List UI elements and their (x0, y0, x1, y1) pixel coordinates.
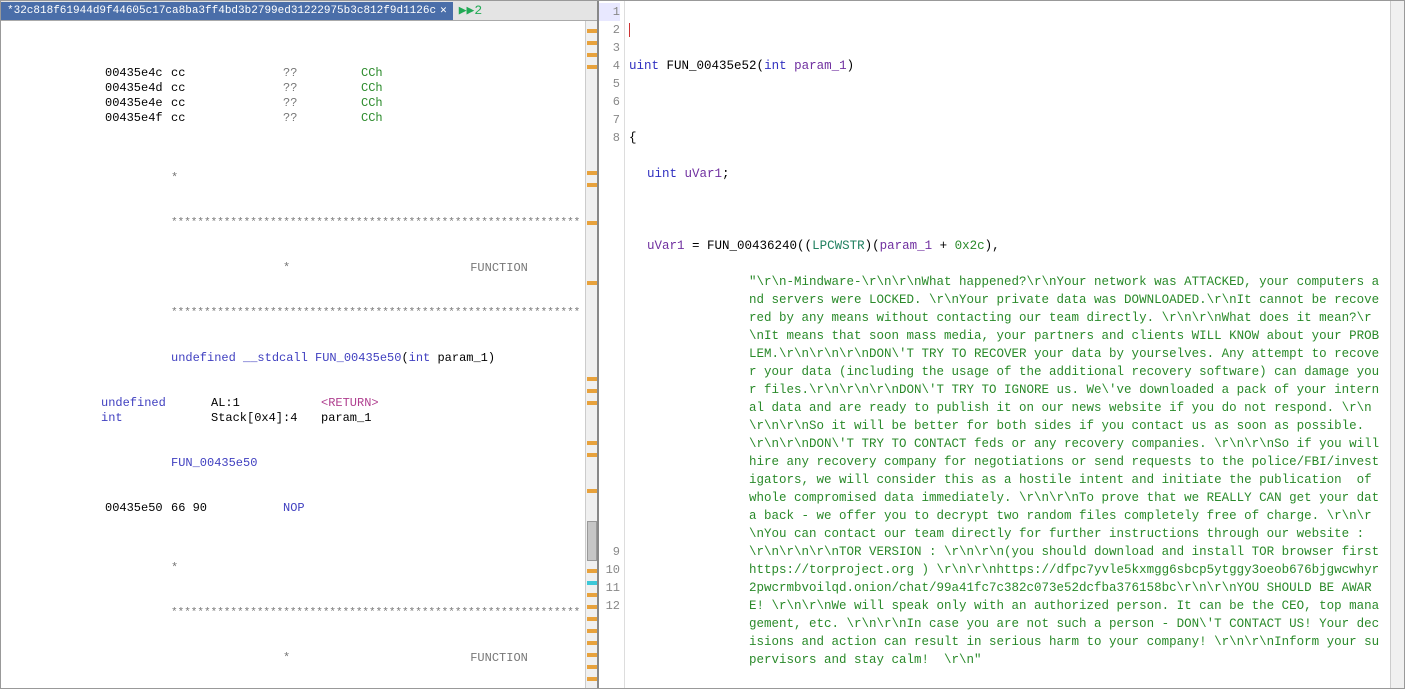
gutter-line: 10 (599, 561, 620, 579)
listing-row[interactable]: 00435e4ccc??CCh (1, 66, 585, 81)
app-root: *32c818f61944d9f44605c17ca8ba3ff4bd3b279… (0, 0, 1405, 689)
param-row: undefinedAL:1<RETURN> (1, 396, 585, 411)
gutter-line: 12 (599, 597, 620, 615)
gutter-line: 8 (599, 129, 620, 543)
gutter-line: 7 (599, 111, 620, 129)
decompiler-scrollbar[interactable] (1390, 1, 1404, 688)
gutter-line: 6 (599, 93, 620, 111)
listing-view[interactable]: 00435e4ccc??CCh00435e4dcc??CCh00435e4ecc… (1, 21, 597, 688)
play-icon: ▶▶ (459, 3, 475, 18)
gutter-line: 9 (599, 543, 620, 561)
gutter-line: 11 (599, 579, 620, 597)
file-tab[interactable]: *32c818f61944d9f44605c17ca8ba3ff4bd3b279… (1, 2, 453, 20)
disassembly-panel: *32c818f61944d9f44605c17ca8ba3ff4bd3b279… (1, 1, 599, 688)
run-indicator[interactable]: ▶▶2 (459, 3, 482, 18)
line-gutter: 1 2 3 4 5 6 7 8 9 10 11 12 (599, 1, 625, 688)
gutter-line: 5 (599, 75, 620, 93)
tab-bar: *32c818f61944d9f44605c17ca8ba3ff4bd3b279… (1, 1, 597, 21)
listing-scrollbar[interactable] (585, 21, 597, 688)
text-cursor (629, 23, 630, 37)
run-count: 2 (474, 3, 482, 18)
function-label[interactable]: FUN_00435e50 (3, 456, 257, 471)
param-row: intStack[0x4]:4param_1 (1, 411, 585, 426)
decompiler-code[interactable]: uint FUN_00435e52(int param_1) { uint uV… (625, 1, 1390, 688)
gutter-line: 2 (599, 21, 620, 39)
gutter-line: 4 (599, 57, 620, 75)
scroll-thumb[interactable] (587, 521, 597, 561)
listing-row[interactable]: 00435e4dcc??CCh (1, 81, 585, 96)
close-icon[interactable]: ✕ (440, 2, 447, 20)
listing-row[interactable]: 00435e4ecc??CCh (1, 96, 585, 111)
string-literal: "\r\n-Mindware-\r\n\r\nWhat happened?\r\… (749, 275, 1387, 667)
decompiler-panel: 1 2 3 4 5 6 7 8 9 10 11 12 uint FUN_0043… (599, 1, 1404, 688)
gutter-line: 1 (599, 3, 620, 21)
gutter-line: 3 (599, 39, 620, 57)
listing-row[interactable]: 00435e4fcc??CCh (1, 111, 585, 126)
file-tab-title: *32c818f61944d9f44605c17ca8ba3ff4bd3b279… (7, 2, 436, 20)
